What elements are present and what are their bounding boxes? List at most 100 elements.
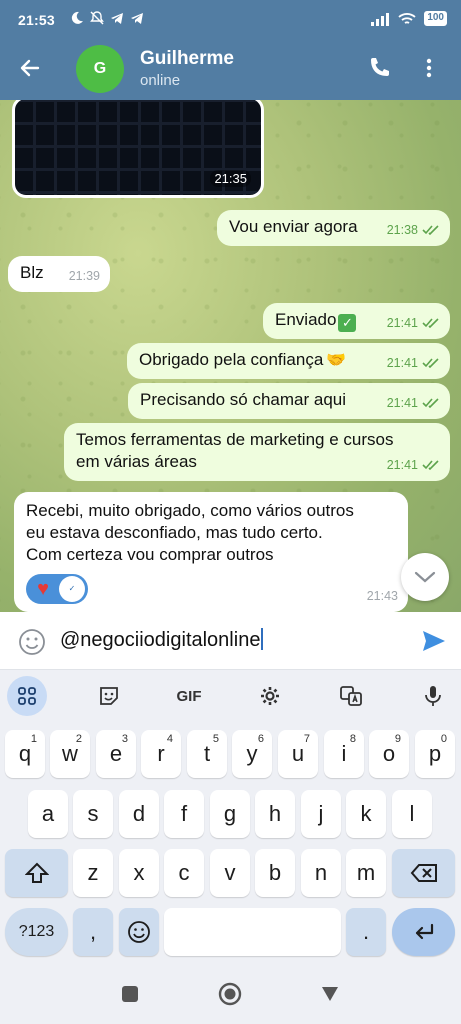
sticker-button[interactable] xyxy=(88,676,130,716)
message-time: 21:38 xyxy=(386,223,418,237)
key-t[interactable]: t5 xyxy=(187,730,227,778)
message-text: Enviado xyxy=(275,310,337,329)
spacebar[interactable] xyxy=(164,908,341,956)
symbols-key[interactable]: ?123 xyxy=(5,908,68,956)
message-outgoing[interactable]: Temos ferramentas de marketing e cursos … xyxy=(64,423,450,481)
phone-icon[interactable] xyxy=(367,56,391,80)
bell-off-icon xyxy=(90,11,104,25)
message-incoming[interactable]: Recebi, muito obrigado, como vários outr… xyxy=(14,492,408,612)
message-text-line: eu estava desconfiado, mas tudo certo. xyxy=(26,523,323,542)
reaction-badge[interactable]: ♥ ✓ xyxy=(26,574,88,604)
sticker-icon xyxy=(100,687,118,705)
key-j[interactable]: j xyxy=(301,790,341,838)
key-k[interactable]: k xyxy=(346,790,386,838)
status-time: 21:53 xyxy=(18,12,55,28)
home-icon[interactable] xyxy=(218,982,242,1006)
message-time: 21:41 xyxy=(386,316,418,330)
keyboard-toolbar: GIF xyxy=(0,670,461,722)
key-g[interactable]: g xyxy=(210,790,250,838)
key-p[interactable]: p0 xyxy=(415,730,455,778)
message-text-line: Recebi, muito obrigado, como vários outr… xyxy=(26,501,354,520)
media-message[interactable]: 21:35 xyxy=(12,100,264,198)
key-a[interactable]: a xyxy=(28,790,68,838)
voice-input-button[interactable] xyxy=(412,676,454,716)
key-n[interactable]: n xyxy=(301,849,341,897)
more-vertical-icon[interactable] xyxy=(417,56,441,80)
message-time: 21:35 xyxy=(210,170,251,187)
check-mark-emoji-icon: ✓ xyxy=(338,314,357,332)
gif-button[interactable]: GIF xyxy=(168,676,210,716)
key-y[interactable]: y6 xyxy=(232,730,272,778)
double-check-icon xyxy=(422,398,439,408)
period-key[interactable]: . xyxy=(346,908,386,956)
key-c[interactable]: c xyxy=(164,849,204,897)
send-icon[interactable] xyxy=(421,628,447,654)
moon-icon xyxy=(71,11,83,24)
key-r[interactable]: r4 xyxy=(141,730,181,778)
message-outgoing[interactable]: Precisando só chamar aqui 21:41 xyxy=(128,383,450,419)
key-w[interactable]: w2 xyxy=(50,730,90,778)
message-outgoing[interactable]: Enviado ✓ 21:41 xyxy=(263,303,450,339)
message-time: 21:39 xyxy=(68,269,100,283)
double-check-icon xyxy=(422,358,439,368)
signal-icon xyxy=(371,12,390,26)
translate-button[interactable] xyxy=(330,676,372,716)
emoji-icon[interactable] xyxy=(18,628,46,656)
key-d[interactable]: d xyxy=(119,790,159,838)
key-h[interactable]: h xyxy=(255,790,295,838)
message-outgoing[interactable]: Vou enviar agora 21:38 xyxy=(217,210,450,246)
message-time: 21:41 xyxy=(386,458,418,472)
wifi-icon xyxy=(398,12,416,24)
key-z[interactable]: z xyxy=(73,849,113,897)
key-u[interactable]: u7 xyxy=(278,730,318,778)
backspace-key[interactable] xyxy=(392,849,455,897)
emoji-key[interactable] xyxy=(119,908,159,956)
chat-header: G Guilherme online xyxy=(0,40,461,100)
contact-status: online xyxy=(140,72,181,89)
recents-icon[interactable] xyxy=(120,984,140,1004)
key-f[interactable]: f xyxy=(164,790,204,838)
chevron-down-icon xyxy=(414,571,436,583)
shift-key[interactable] xyxy=(5,849,68,897)
back-arrow-icon[interactable] xyxy=(18,56,42,80)
message-input[interactable]: @negociiodigitalonline xyxy=(60,628,264,652)
chat-area[interactable]: 21:35 Vou enviar agora 21:38 Blz 21:39 E… xyxy=(0,100,461,612)
settings-button[interactable] xyxy=(249,676,291,716)
key-i[interactable]: i8 xyxy=(324,730,364,778)
avatar[interactable]: G xyxy=(76,45,124,93)
enter-key[interactable] xyxy=(392,908,455,956)
telegram-icon xyxy=(111,13,123,24)
key-v[interactable]: v xyxy=(210,849,250,897)
key-s[interactable]: s xyxy=(73,790,113,838)
gif-label: GIF xyxy=(176,687,202,705)
emoji-key-icon xyxy=(128,921,150,943)
key-b[interactable]: b xyxy=(255,849,295,897)
key-e[interactable]: e3 xyxy=(96,730,136,778)
scroll-down-button[interactable] xyxy=(401,553,449,601)
back-triangle-icon[interactable] xyxy=(320,984,340,1004)
key-x[interactable]: x xyxy=(119,849,159,897)
handshake-emoji-icon: 🤝 xyxy=(326,352,347,369)
message-text-line: Temos ferramentas de marketing e cursos xyxy=(76,430,394,449)
heart-reaction-icon: ♥ xyxy=(37,578,49,600)
message-time: 21:41 xyxy=(386,396,418,410)
apps-grid-button[interactable] xyxy=(7,676,47,716)
translate-icon xyxy=(340,686,362,706)
message-outgoing[interactable]: Obrigado pela confiança 🤝 21:41 xyxy=(127,343,450,379)
message-text-line: Com certeza vou comprar outros xyxy=(26,545,274,564)
double-check-icon xyxy=(422,225,439,235)
message-incoming[interactable]: Blz 21:39 xyxy=(8,256,110,292)
shift-icon xyxy=(24,862,49,883)
double-check-icon xyxy=(422,318,439,328)
key-o[interactable]: o9 xyxy=(369,730,409,778)
telegram-icon-2 xyxy=(131,13,143,24)
comma-key[interactable]: , xyxy=(73,908,113,956)
grid-icon xyxy=(18,687,36,705)
message-input-value: @negociiodigitalonline xyxy=(60,629,261,651)
key-q[interactable]: q1 xyxy=(5,730,45,778)
reactor-avatar: ✓ xyxy=(59,576,85,602)
key-l[interactable]: l xyxy=(392,790,432,838)
microphone-icon xyxy=(425,686,441,706)
key-m[interactable]: m xyxy=(346,849,386,897)
contact-name[interactable]: Guilherme xyxy=(140,48,234,70)
